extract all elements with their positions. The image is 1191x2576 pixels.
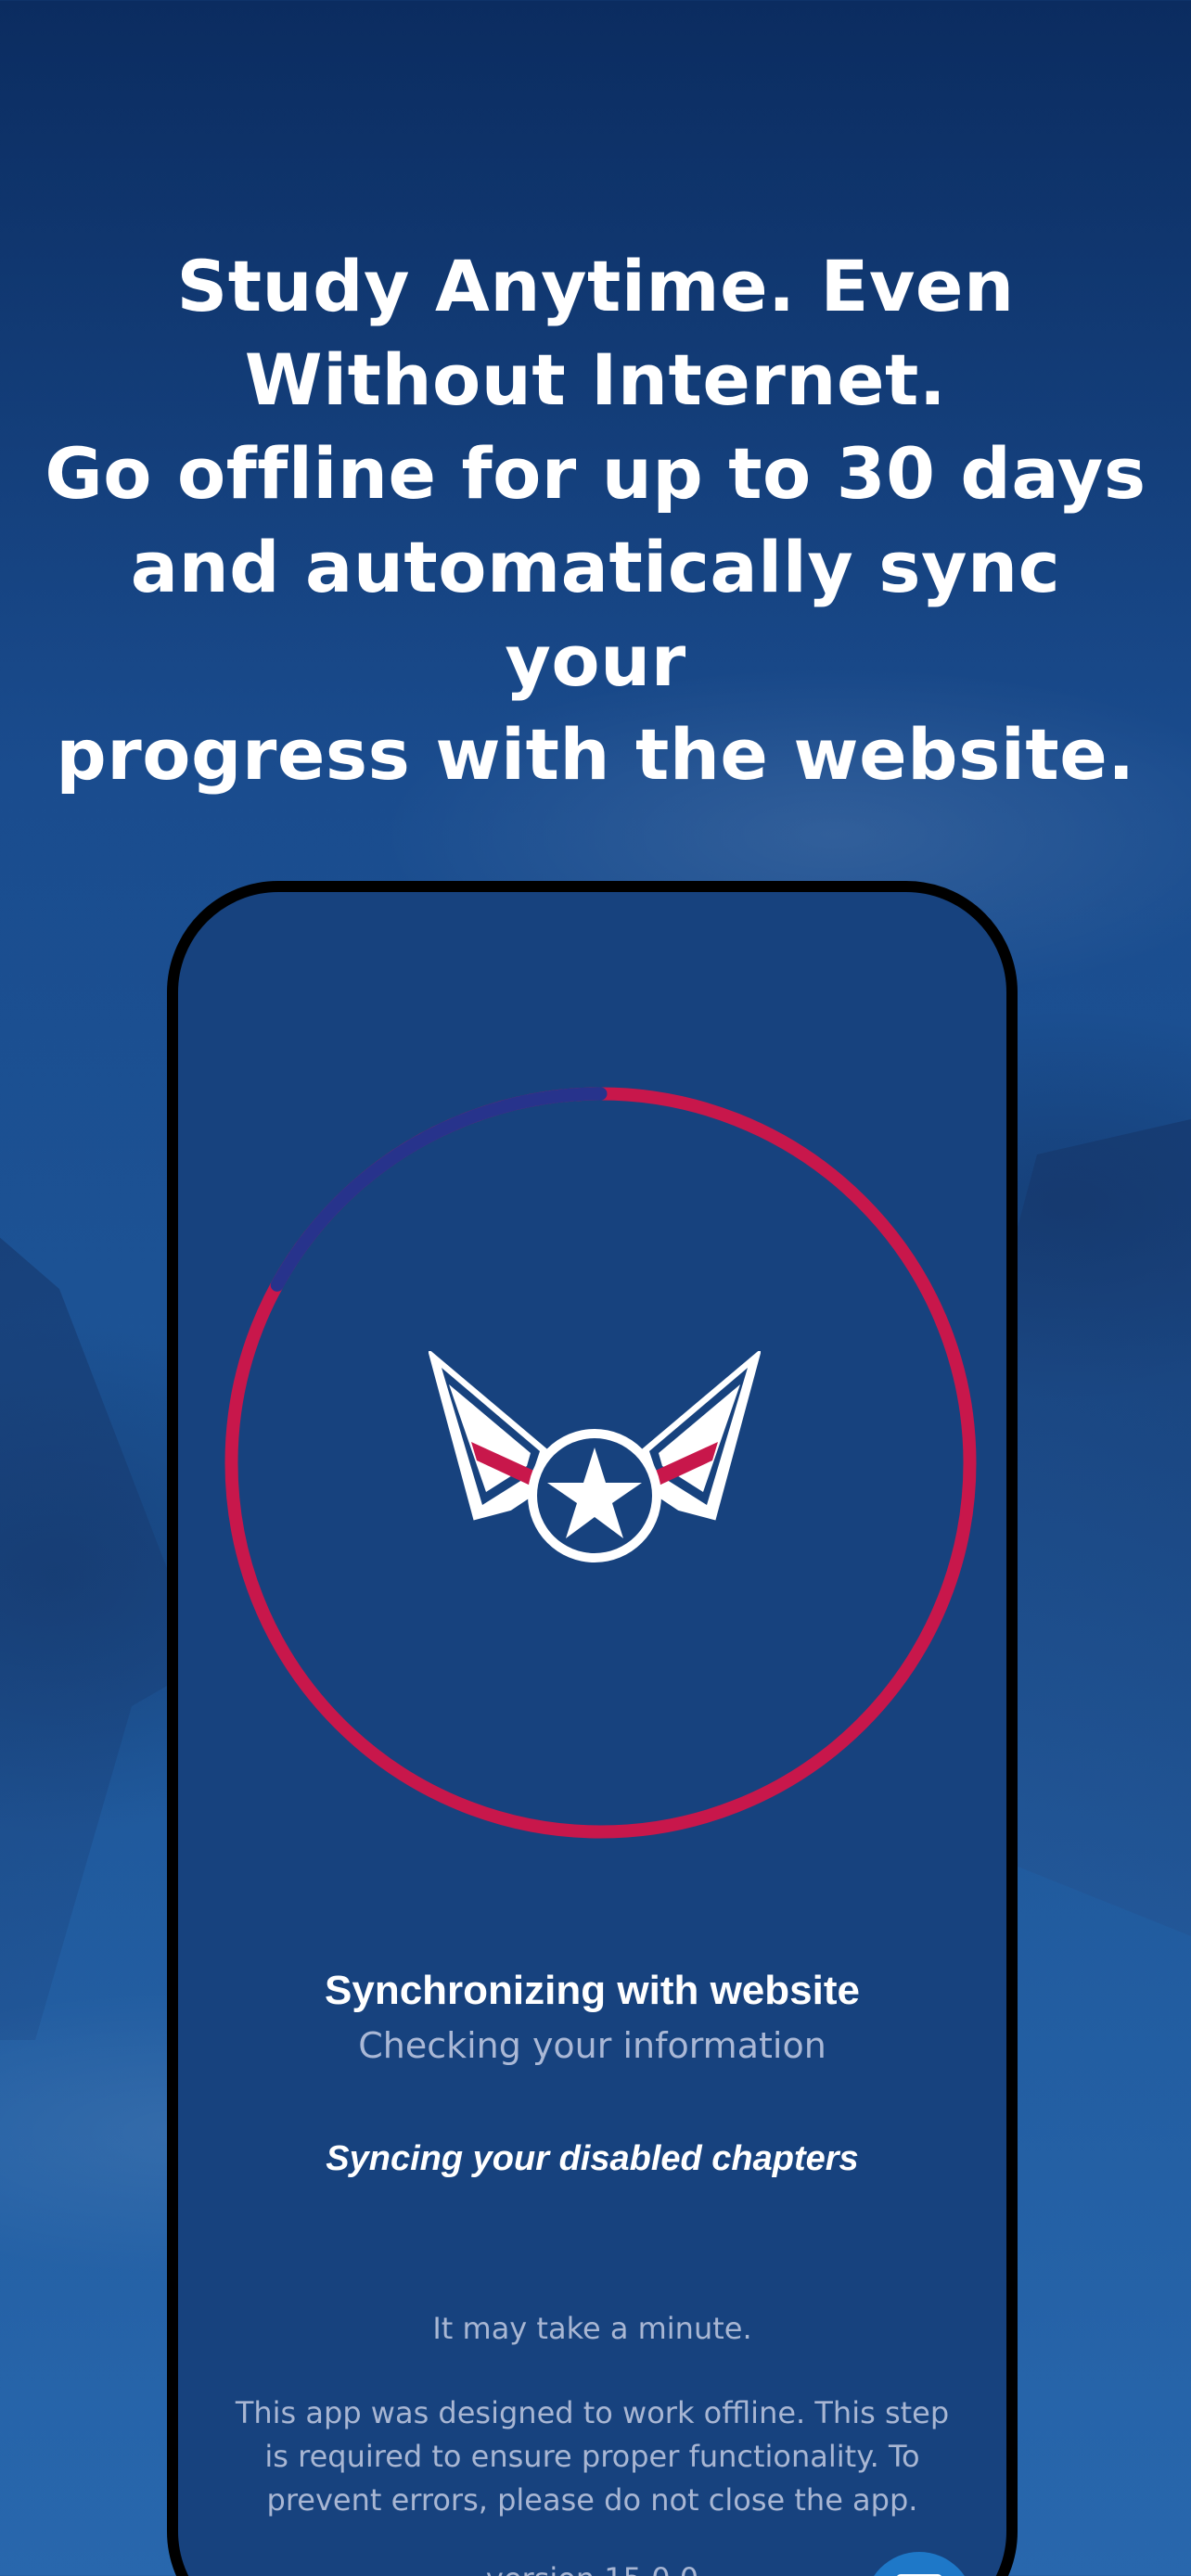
- headline-line-5: progress with the website.: [56, 713, 1135, 796]
- headline-line-4: and automatically sync your: [130, 526, 1061, 702]
- offline-note: This app was designed to work offline. T…: [235, 2395, 950, 2518]
- headline-line-3: Go offline for up to 30 days: [45, 432, 1146, 515]
- promo-headline: Study Anytime. Even Without Internet. Go…: [37, 239, 1154, 801]
- headline-line-2: Without Internet.: [244, 338, 947, 421]
- sync-title: Synchronizing with website: [325, 1968, 860, 2013]
- headline-line-1: Study Anytime. Even: [176, 245, 1015, 327]
- sync-detail: Syncing your disabled chapters: [326, 2139, 859, 2178]
- time-note: It may take a minute.: [432, 2311, 752, 2346]
- air-force-wings-star-icon: [429, 1351, 761, 1562]
- sync-subtitle: Checking your information: [358, 2025, 826, 2066]
- phone-mockup: Synchronizing with website Checking your…: [167, 881, 1018, 2576]
